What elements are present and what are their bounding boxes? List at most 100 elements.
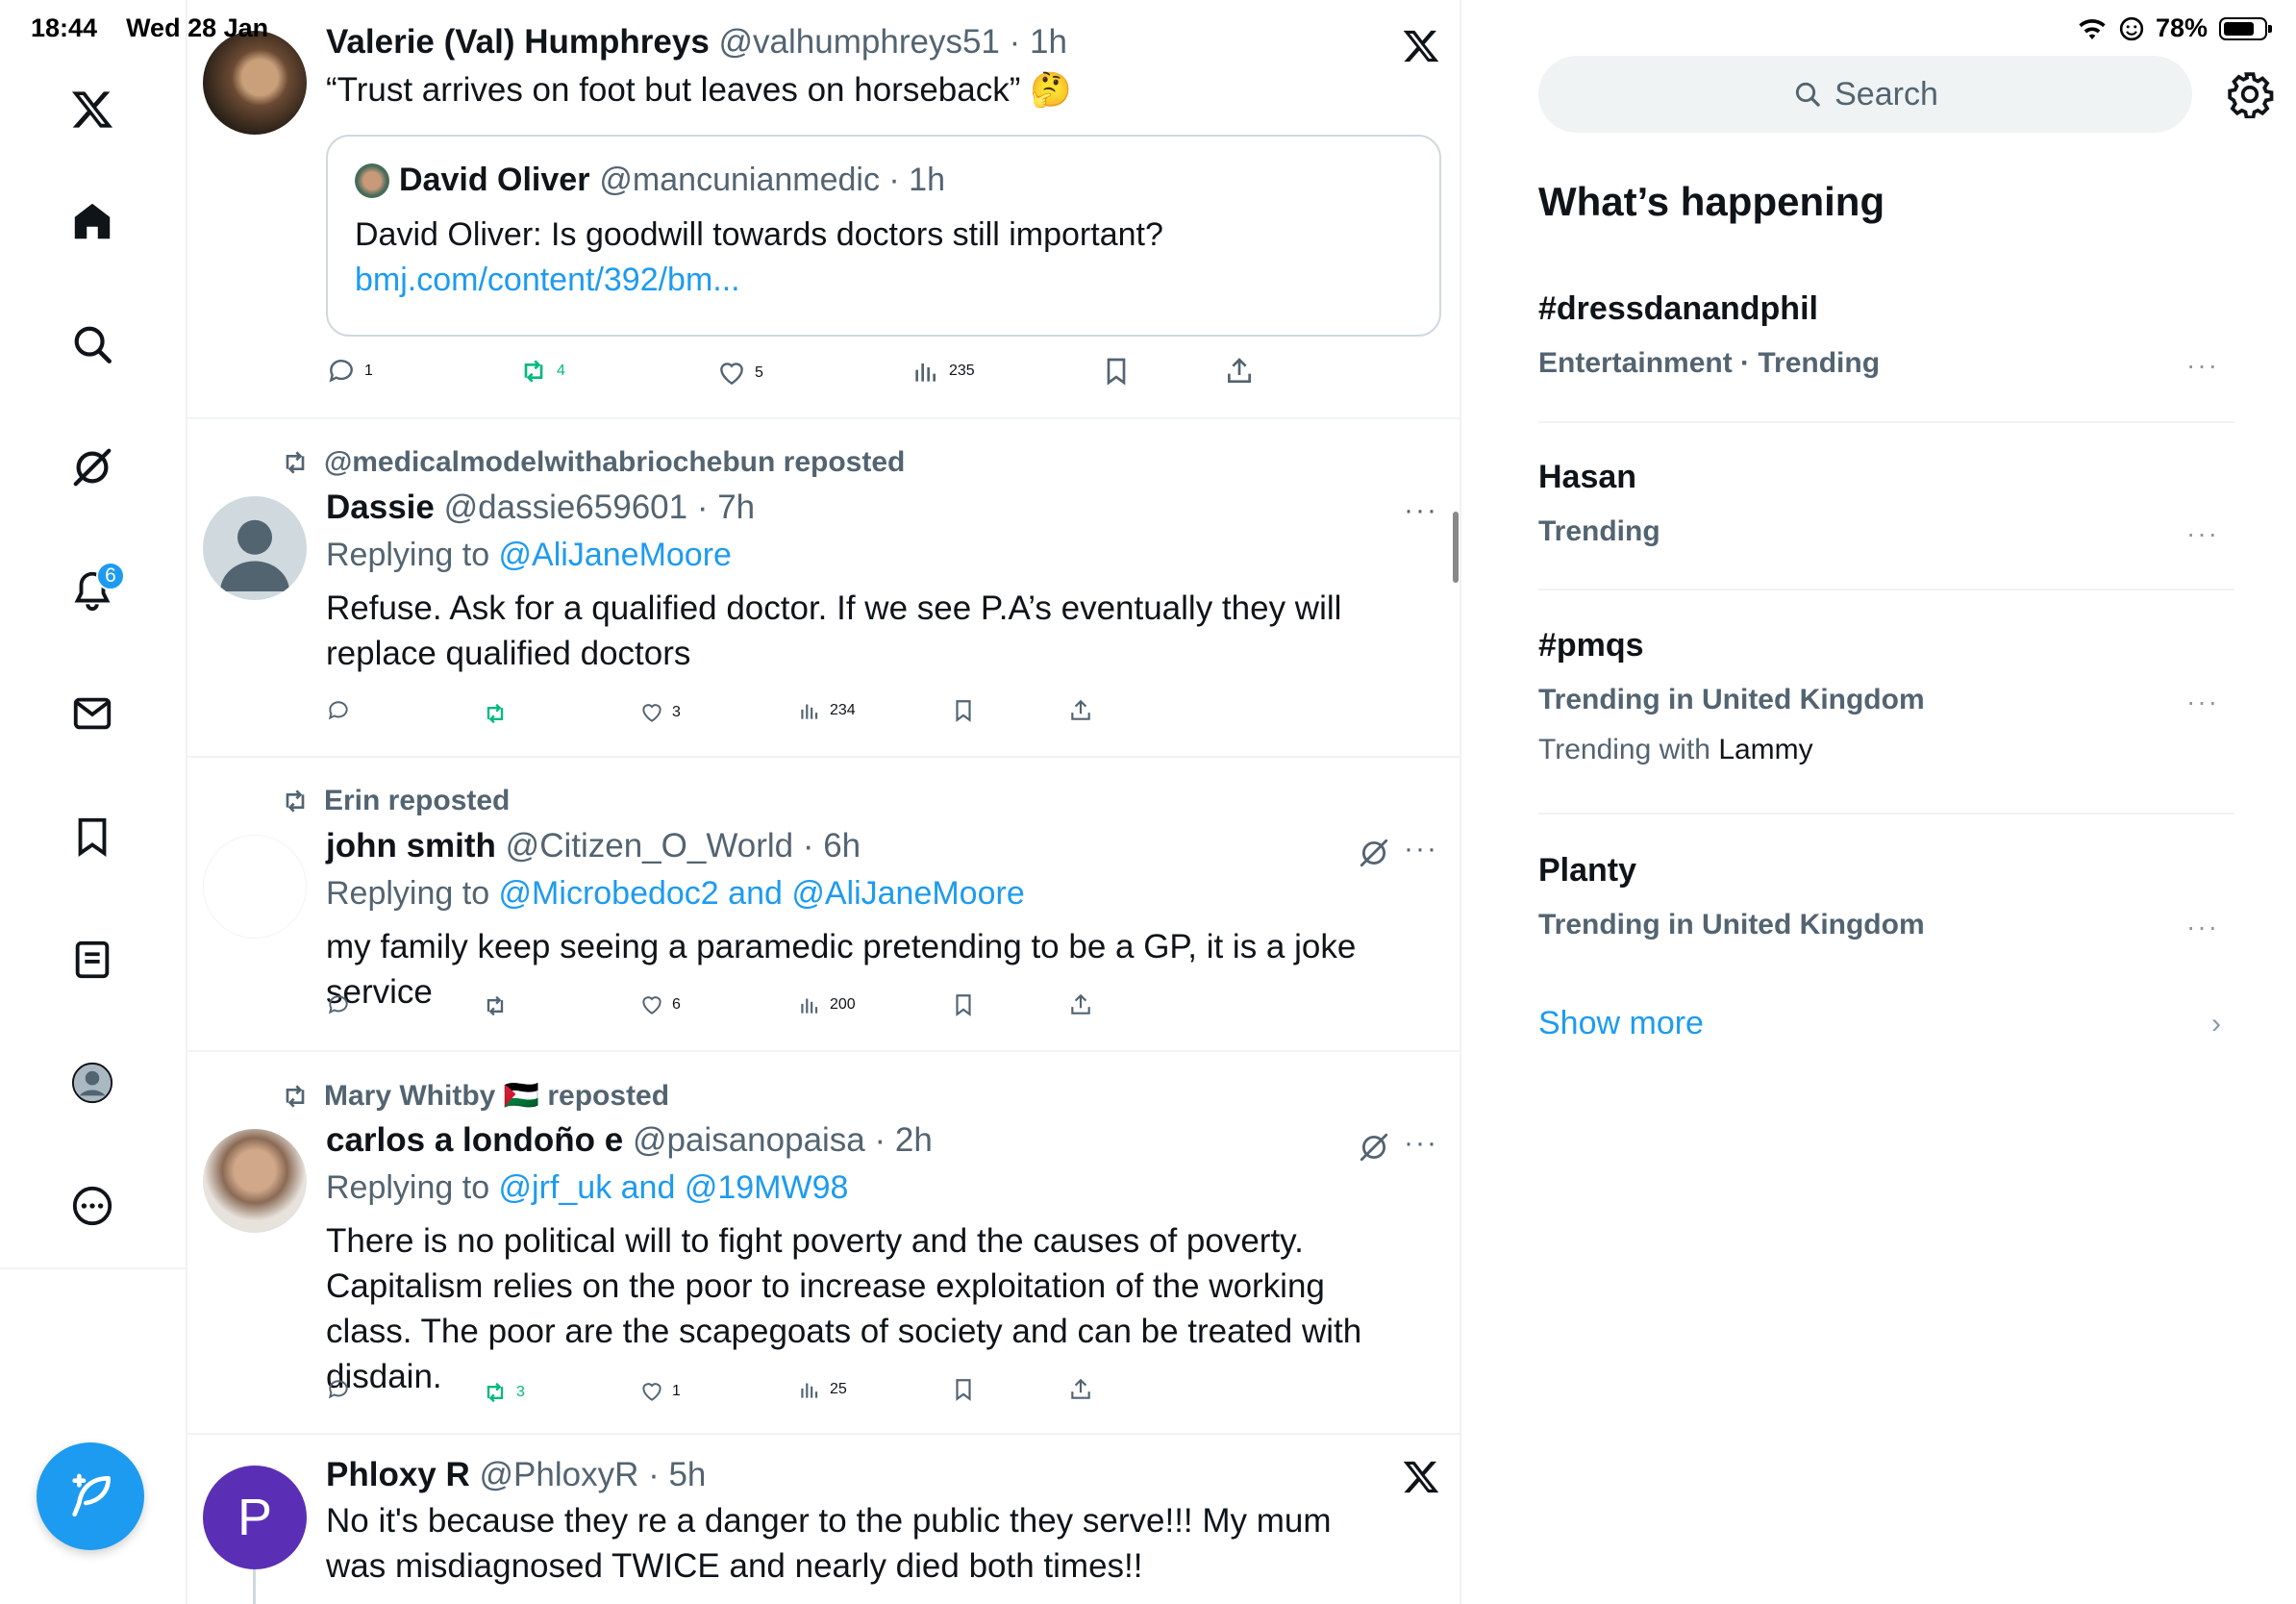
views-button[interactable]: 234 — [797, 698, 856, 723]
notifications-icon[interactable]: 6 — [63, 562, 125, 619]
post[interactable]: Mary Whitby 🇵🇸 reposted carlos a londoño… — [187, 1052, 1460, 1435]
author-name[interactable]: Valerie (Val) Humphreys — [326, 23, 710, 61]
grok-icon[interactable] — [1358, 837, 1390, 869]
avatar[interactable] — [203, 1129, 307, 1233]
left-navigation: 6 — [0, 0, 186, 1604]
avatar[interactable] — [203, 31, 307, 135]
quoted-author-handle: @mancunianmedic · 1h — [599, 162, 945, 198]
reposted-by[interactable]: @medicalmodelwithabriochebun reposted — [324, 446, 905, 479]
quoted-link[interactable]: bmj.com/content/392/bm... — [355, 262, 740, 298]
repost-button[interactable] — [482, 992, 509, 1019]
post[interactable]: Erin reposted john smith @Citizen_O_Worl… — [187, 758, 1460, 1052]
bookmarks-icon[interactable] — [63, 808, 121, 865]
replying-to: Replying to @AliJaneMoore — [326, 537, 1438, 574]
trend-item[interactable]: #dressdanandphil Entertainment · Trendin… — [1538, 290, 2234, 380]
author-name[interactable]: Phloxy R — [326, 1456, 470, 1493]
trending-with-value[interactable]: Lammy — [1718, 734, 1812, 765]
quoted-author-name: David Oliver — [399, 162, 590, 198]
scrollbar[interactable] — [1453, 512, 1459, 583]
author-name[interactable]: carlos a londoño e — [326, 1121, 623, 1159]
chevron-right-icon: › — [2211, 1008, 2221, 1040]
like-button[interactable]: 5 — [716, 358, 763, 388]
post[interactable]: Valerie (Val) Humphreys @valhumphreys51 … — [187, 0, 1460, 419]
views-button[interactable]: 235 — [911, 356, 975, 387]
trend-item[interactable]: #pmqs Trending in United Kingdom Trendin… — [1538, 627, 2234, 766]
timeline: Valerie (Val) Humphreys @valhumphreys51 … — [186, 0, 1461, 1604]
trend-divider — [1538, 421, 2234, 423]
profile-avatar-icon[interactable] — [63, 1054, 121, 1112]
reply-button[interactable]: 1 — [326, 356, 373, 387]
status-time: 18:44 — [31, 13, 98, 42]
trend-item[interactable]: Hasan Trending ··· — [1538, 459, 2234, 548]
repost-attribution: @medicalmodelwithabriochebun reposted — [280, 446, 905, 479]
view-count: 200 — [830, 996, 856, 1013]
bookmark-button[interactable] — [1101, 356, 1132, 387]
reply-button[interactable] — [326, 992, 351, 1017]
like-button[interactable]: 6 — [639, 992, 681, 1017]
post-text: No it's because they re a danger to the … — [326, 1502, 1332, 1585]
author-name[interactable]: Dassie — [326, 489, 435, 526]
trend-more-options[interactable]: ··· — [2186, 912, 2219, 942]
quoted-post[interactable]: David Oliver @mancunianmedic · 1h David … — [326, 135, 1441, 337]
messages-icon[interactable] — [63, 685, 121, 742]
trend-divider — [1538, 589, 2234, 590]
thread-line — [253, 1569, 256, 1604]
trend-item[interactable]: Planty Trending in United Kingdom ··· — [1538, 852, 2234, 941]
share-icon — [1228, 358, 1251, 383]
x-logo-icon[interactable] — [63, 81, 121, 138]
like-button[interactable]: 3 — [639, 700, 681, 725]
repost-button[interactable]: 3 — [482, 1379, 525, 1406]
views-button[interactable]: 25 — [797, 1377, 847, 1402]
post-header: john smith @Citizen_O_World · 6h — [326, 827, 1438, 865]
reply-button[interactable] — [326, 1377, 351, 1402]
search-bar[interactable]: Search — [1538, 56, 2192, 133]
bookmark-button[interactable] — [951, 992, 976, 1017]
status-bar-left: 18:44 Wed 28 Jan — [31, 13, 268, 43]
replying-to-link[interactable]: @AliJaneMoore — [499, 537, 732, 573]
views-button[interactable]: 200 — [797, 992, 856, 1017]
reply-count: 1 — [364, 363, 373, 379]
show-more-link[interactable]: Show more — [1538, 1005, 1704, 1042]
trend-more-options[interactable]: ··· — [2186, 687, 2219, 717]
post[interactable]: @medicalmodelwithabriochebun reposted Da… — [187, 419, 1460, 758]
bookmark-button[interactable] — [951, 1377, 976, 1402]
trending-with: Trending with Lammy — [1538, 734, 2234, 766]
more-options-icon[interactable] — [63, 1177, 121, 1235]
compose-post-button[interactable] — [37, 1442, 144, 1550]
post-more-options[interactable]: ··· — [1404, 833, 1438, 865]
replying-to-link[interactable]: @Microbedoc2 and @AliJaneMoore — [499, 875, 1025, 912]
avatar[interactable] — [203, 835, 307, 939]
quoted-post-text: David Oliver: Is goodwill towards doctor… — [355, 213, 1412, 303]
reposted-by[interactable]: Mary Whitby 🇵🇸 reposted — [324, 1079, 669, 1113]
reposted-by[interactable]: Erin reposted — [324, 785, 510, 817]
like-button[interactable]: 1 — [639, 1379, 681, 1404]
lists-icon[interactable] — [63, 931, 121, 989]
author-handle: @paisanopaisa · 2h — [632, 1121, 933, 1159]
post[interactable]: P Phloxy R @PhloxyR · 5h No it's because… — [187, 1435, 1460, 1604]
grok-icon[interactable] — [63, 439, 121, 496]
post-header: Dassie @dassie659601 · 7h — [326, 489, 1438, 527]
replying-to-link[interactable]: @jrf_uk and @19MW98 — [499, 1169, 849, 1206]
post-more-options[interactable]: ··· — [1404, 1127, 1438, 1160]
avatar[interactable]: P — [203, 1466, 307, 1569]
author-name[interactable]: john smith — [326, 827, 496, 865]
search-icon[interactable] — [63, 315, 121, 373]
share-button[interactable] — [1224, 356, 1255, 387]
trend-meta: Trending — [1538, 515, 1660, 547]
share-button[interactable] — [1068, 698, 1093, 723]
views-chart-icon — [801, 704, 818, 719]
post-more-options[interactable]: ··· — [1404, 494, 1438, 527]
gear-icon[interactable] — [2226, 70, 2274, 118]
grok-icon[interactable] — [1358, 1131, 1390, 1164]
home-icon[interactable] — [63, 192, 121, 250]
share-button[interactable] — [1068, 992, 1093, 1017]
trend-more-options[interactable]: ··· — [2186, 350, 2219, 381]
bookmark-button[interactable] — [951, 698, 976, 723]
repost-button[interactable]: 4 — [518, 356, 565, 387]
avatar[interactable] — [203, 496, 307, 600]
trend-name: Planty — [1538, 852, 1637, 889]
share-button[interactable] — [1068, 1377, 1093, 1402]
repost-button[interactable] — [482, 700, 509, 727]
trend-more-options[interactable]: ··· — [2186, 518, 2219, 549]
reply-button[interactable] — [326, 698, 351, 723]
